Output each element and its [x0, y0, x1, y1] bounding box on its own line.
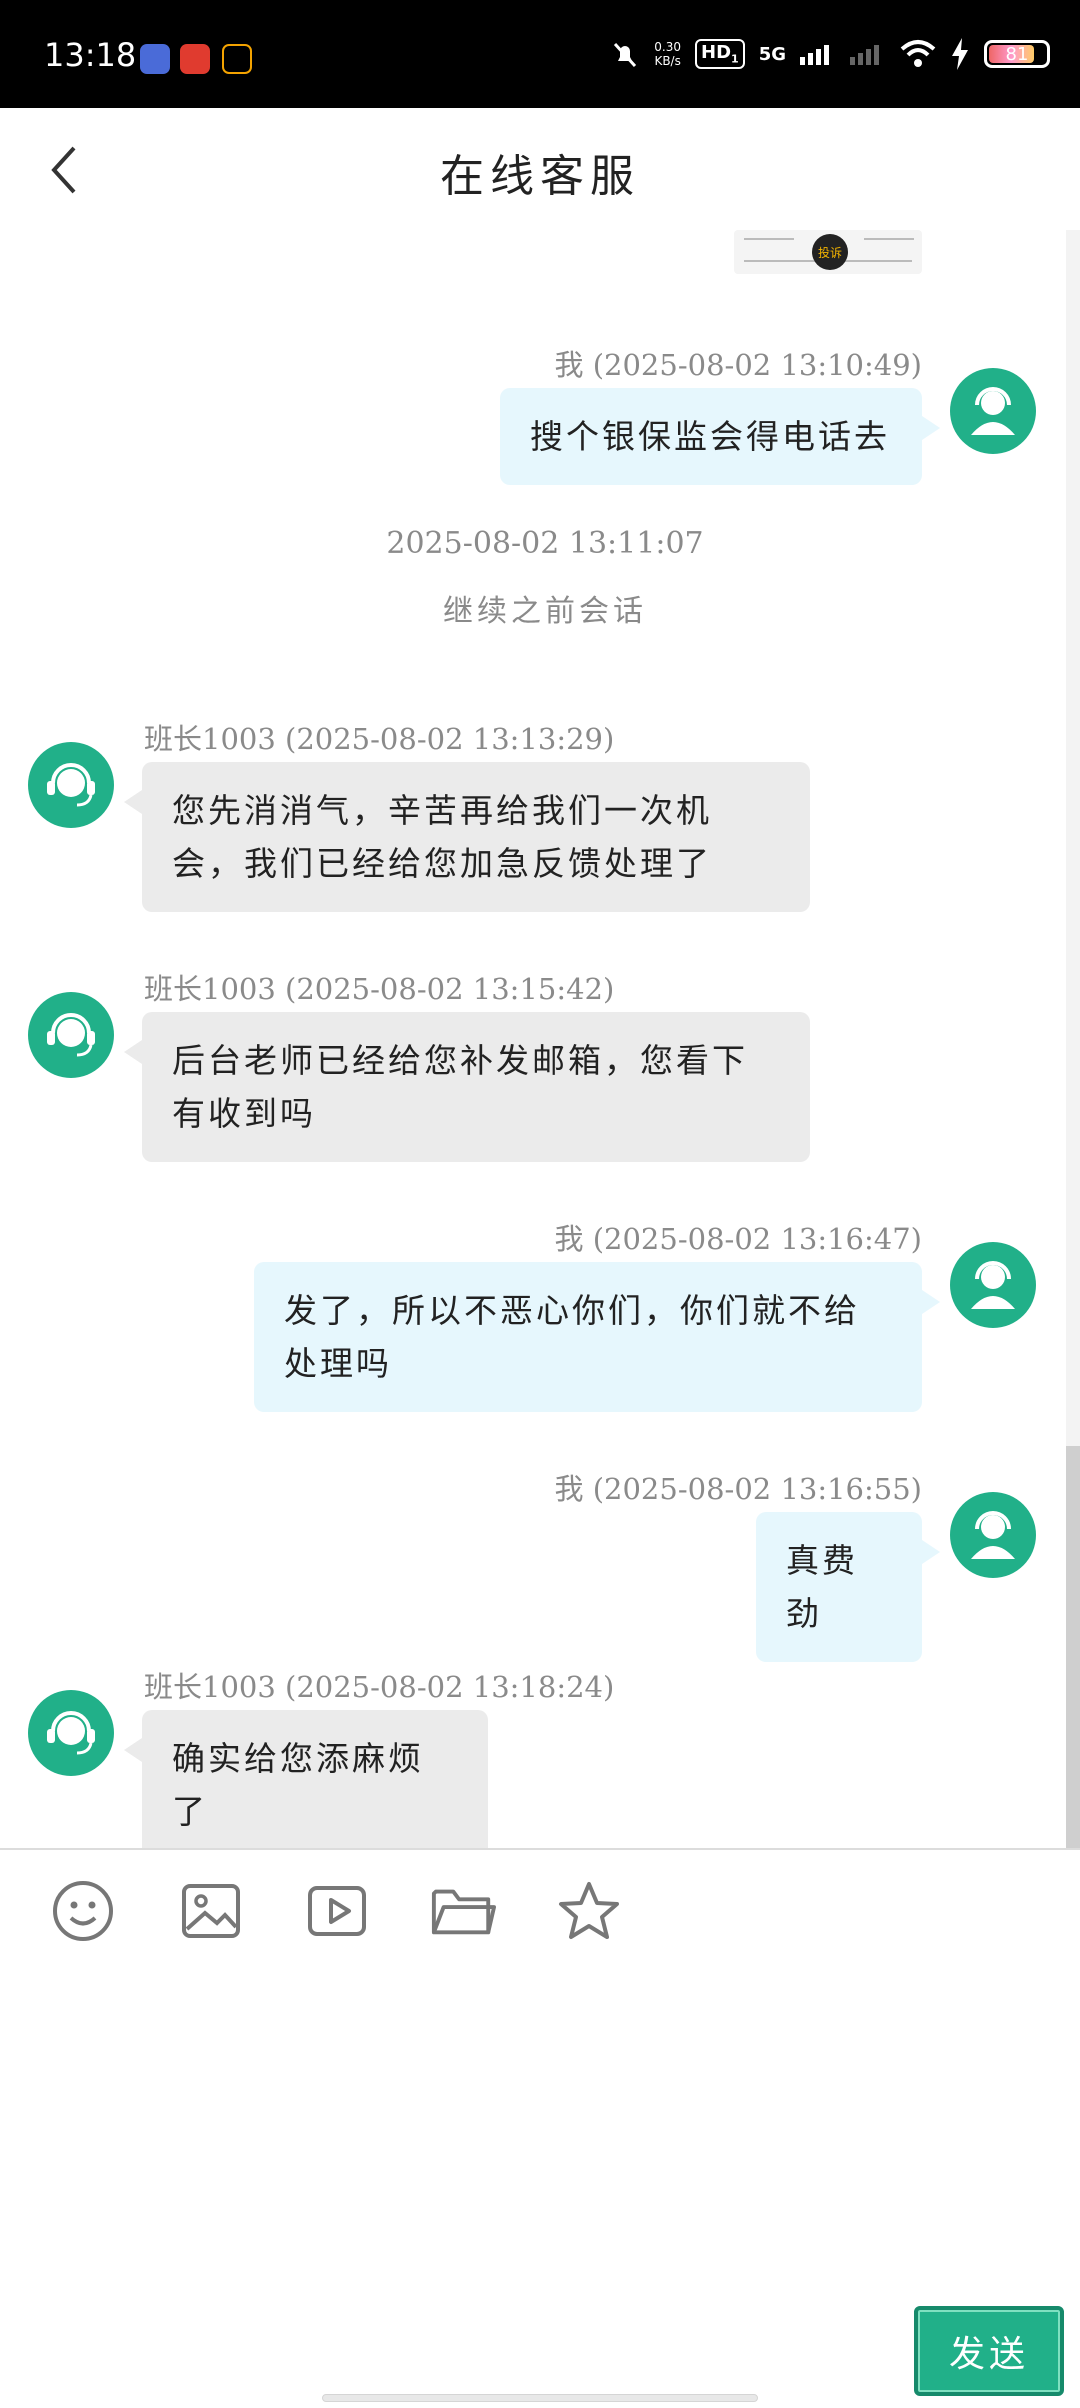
message-bubble-agent[interactable]: 您先消消气，辛苦再给我们一次机 会，我们已经给您加急反馈处理了	[124, 762, 810, 912]
message-text: 您先消消气，辛苦再给我们一次机	[172, 791, 712, 830]
user-avatar-icon	[971, 1261, 1015, 1309]
scrollbar-thumb[interactable]	[1066, 1446, 1080, 1848]
thumbnail-detail	[864, 238, 914, 240]
thumbnail-detail	[744, 238, 794, 240]
hd-sub: 1	[731, 52, 739, 66]
emoji-button[interactable]	[50, 1878, 116, 1944]
message-text: 处理吗	[284, 1344, 392, 1383]
message-meta: 班长1003 (2025-08-02 13:13:29)	[144, 722, 615, 756]
message-input[interactable]	[0, 1970, 1080, 2300]
send-button[interactable]: 发送	[914, 2306, 1064, 2396]
message-text: 确实给您添麻烦了	[172, 1739, 424, 1831]
message-bubble-me[interactable]: 发了，所以不恶心你们，你们就不给 处理吗	[254, 1262, 940, 1412]
battery-indicator: 81	[984, 40, 1050, 68]
agent-headset-icon	[47, 1013, 95, 1057]
video-icon	[308, 1886, 366, 1936]
signal-icon-secondary	[850, 45, 879, 65]
message-text: 真费劲	[786, 1541, 858, 1633]
avatar-me[interactable]	[950, 1242, 1036, 1328]
message-text: 发了，所以不恶心你们，你们就不给	[284, 1291, 860, 1330]
agent-headset-icon	[47, 763, 95, 807]
app-notification-icon	[180, 44, 210, 74]
message-bubble-me[interactable]: 真费劲	[756, 1512, 940, 1662]
session-note: 继续之前会话	[443, 594, 647, 629]
message-text: 会，我们已经给您加急反馈处理了	[172, 844, 712, 883]
agent-headset-icon	[47, 1711, 95, 1755]
session-timestamp: 2025-08-02 13:11:07	[386, 526, 704, 561]
favorite-button[interactable]	[556, 1878, 622, 1944]
message-meta: 班长1003 (2025-08-02 13:15:42)	[144, 972, 615, 1006]
chat-scrollbar[interactable]	[1066, 230, 1080, 1848]
hd-label: HD	[701, 42, 732, 64]
avatar-agent	[28, 742, 114, 828]
message-bubble-me[interactable]: 搜个银保监会得电话去	[500, 388, 940, 485]
page-title: 在线客服	[440, 151, 640, 202]
message-text: 搜个银保监会得电话去	[530, 417, 890, 456]
star-icon	[559, 1882, 619, 1939]
app-notification-icon	[140, 44, 170, 74]
avatar-agent	[28, 1690, 114, 1776]
user-avatar-icon	[971, 387, 1015, 435]
image-icon	[182, 1884, 240, 1938]
chat-area[interactable]: 投诉 我 (2025-08-02 13:10:49) 搜个银保监会得电话去 20…	[0, 230, 1066, 1848]
message-text: 后台老师已经给您补发邮箱，您看下	[172, 1041, 748, 1080]
user-avatar-icon	[971, 1511, 1015, 1559]
status-time: 13:18	[44, 36, 137, 74]
message-bubble-agent[interactable]: 确实给您添麻烦了	[124, 1710, 488, 1848]
file-button[interactable]	[430, 1878, 496, 1944]
app-header: 在线客服	[0, 108, 1080, 230]
battery-level: 81	[1005, 43, 1029, 65]
complaint-badge: 投诉	[812, 234, 848, 270]
message-bubble-agent[interactable]: 后台老师已经给您补发邮箱，您看下 有收到吗	[124, 1012, 810, 1162]
network-type: 5G	[758, 43, 786, 65]
message-meta: 班长1003 (2025-08-02 13:18:24)	[144, 1670, 615, 1704]
video-button[interactable]	[304, 1878, 370, 1944]
input-toolbar	[0, 1848, 1080, 1968]
status-indicators: 0.30 KB/s HD1 5G 81	[610, 36, 1050, 72]
image-button[interactable]	[178, 1878, 244, 1944]
message-meta: 我 (2025-08-02 13:16:47)	[554, 1222, 922, 1256]
avatar-me[interactable]	[950, 368, 1036, 454]
message-meta: 我 (2025-08-02 13:16:55)	[554, 1472, 922, 1506]
folder-icon	[431, 1889, 496, 1935]
message-meta: 我 (2025-08-02 13:10:49)	[554, 348, 922, 382]
emoji-icon	[53, 1881, 113, 1941]
avatar-me[interactable]	[950, 1492, 1036, 1578]
screenshot-thumbnail[interactable]: 投诉	[734, 230, 922, 274]
network-speed: 0.30 KB/s	[654, 40, 681, 68]
network-speed-value: 0.30	[654, 40, 682, 54]
message-text: 有收到吗	[172, 1094, 316, 1133]
app-notification-icon	[222, 44, 252, 74]
wifi-icon	[900, 40, 936, 67]
hd-badge: HD1	[695, 39, 745, 69]
avatar-agent	[28, 992, 114, 1078]
status-bar: 13:18 0.30 KB/s HD1 5G 81	[0, 0, 1080, 108]
network-speed-unit: KB/s	[654, 54, 681, 68]
signal-icon	[800, 45, 829, 65]
mute-bell-icon	[614, 42, 637, 68]
home-indicator[interactable]	[322, 2394, 758, 2402]
charging-icon	[952, 38, 968, 70]
